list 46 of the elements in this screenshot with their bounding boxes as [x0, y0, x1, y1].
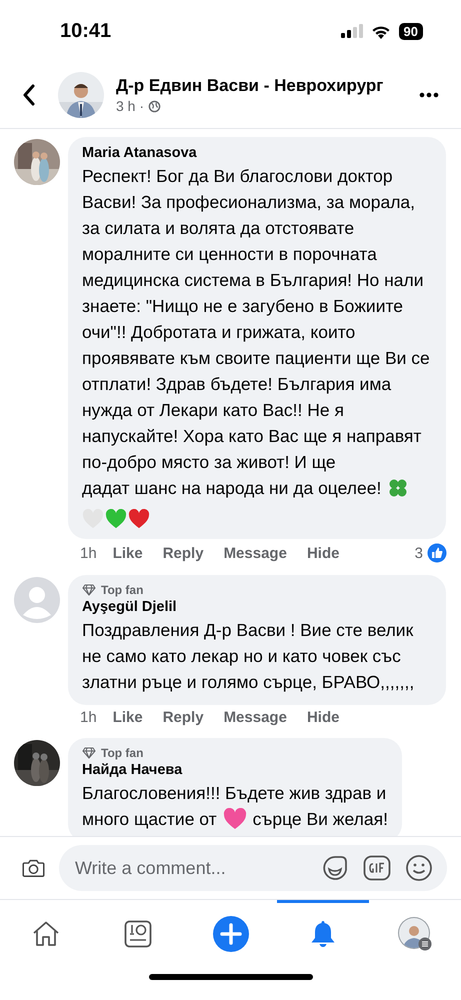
comment-author[interactable]: Maria Atanasova: [82, 145, 432, 161]
status-time: 10:41: [60, 20, 112, 42]
like-icon: [427, 543, 447, 563]
comment-action[interactable]: Like: [112, 709, 143, 726]
heart-icon: [222, 808, 247, 830]
comment-author[interactable]: Найда Начева: [82, 762, 388, 778]
diamond-icon: [82, 747, 96, 759]
comment-action[interactable]: Hide: [306, 709, 340, 726]
emoji-icon[interactable]: [405, 854, 433, 882]
wifi-icon: [370, 24, 391, 38]
comment-field[interactable]: Write a comment...: [59, 845, 447, 891]
page-title[interactable]: Д-р Едвин Васви - Неврохирург: [116, 76, 407, 96]
gif-icon[interactable]: [363, 855, 391, 881]
comment-action[interactable]: Reply: [162, 709, 204, 726]
clover-icon: [387, 477, 410, 499]
heart-icon: [128, 509, 150, 529]
plus-icon: [212, 916, 248, 952]
comment-text: много щастие от: [82, 808, 217, 831]
comment-text: дадат шанс на народа ни да оцелее!: [82, 477, 382, 500]
sticker-icon[interactable]: [321, 854, 349, 882]
heart-icon: [105, 509, 127, 529]
top-fan-label: Top fan: [101, 746, 144, 760]
comment-author[interactable]: Ayşegül Djelil: [82, 599, 432, 615]
signal-icon: [340, 24, 363, 38]
heart-icon: [82, 509, 104, 529]
home-icon: [31, 920, 62, 948]
comment-action[interactable]: Message: [224, 709, 287, 726]
comment-action[interactable]: Message: [224, 544, 287, 562]
battery-level: 90: [398, 22, 423, 40]
comment-time: 1h: [80, 709, 97, 726]
diamond-icon: [82, 584, 96, 596]
post-time: 3 h ·: [116, 98, 144, 114]
back-icon[interactable]: [22, 84, 36, 106]
comment-time: 1h: [80, 544, 97, 562]
comment-text: сърце Ви желая!: [252, 808, 388, 831]
comment-text: Поздравления Д-р Васви ! Вие сте велик не само като лекар но и като човек със златни ръце и голямо сърце, БРАВО,,,,,,,: [82, 620, 414, 692]
dashboard-icon: [124, 920, 152, 948]
comment-action[interactable]: Hide: [306, 544, 340, 562]
comment-text: Благословения!!! Бъдете жив здрав и: [82, 783, 386, 803]
comment-action[interactable]: Reply: [162, 544, 204, 562]
more-icon[interactable]: [419, 92, 439, 98]
reaction-count[interactable]: 3: [414, 544, 423, 562]
globe-icon: [148, 100, 162, 112]
comment-action[interactable]: Like: [112, 544, 143, 562]
bell-icon: [310, 920, 336, 948]
top-fan-label: Top fan: [101, 583, 144, 597]
